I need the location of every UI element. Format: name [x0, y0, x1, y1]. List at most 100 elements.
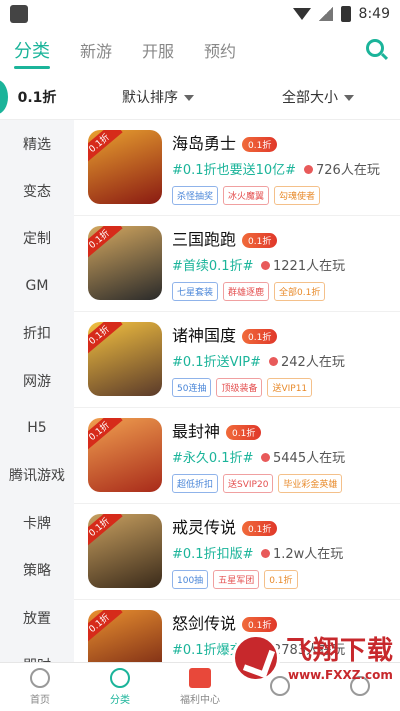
hot-icon: [304, 165, 313, 174]
sidebar-item-strategy[interactable]: 策略: [0, 547, 74, 594]
discount-badge: 0.1折: [242, 329, 278, 344]
game-cover-ribbon: 0.1折: [88, 514, 123, 549]
feature-chips: 100抽 五星军团 0.1折: [172, 570, 298, 589]
feature-chip: 勾魂使者: [274, 186, 321, 205]
nav-welfare-label: 福利中心: [180, 695, 220, 706]
current-category[interactable]: 0.1折: [0, 74, 74, 120]
feature-chip: 超低折扣: [172, 474, 219, 493]
sidebar-item-tencent[interactable]: 腾讯游戏: [0, 452, 74, 499]
players-count: 1.2w人在玩: [261, 543, 343, 562]
feature-chip: 群雄逐鹿: [223, 282, 270, 301]
tab-server-open[interactable]: 开服: [142, 38, 174, 62]
wifi-icon: [292, 8, 311, 20]
watermark: 飞翔下载 www.FXXZ.com: [232, 628, 398, 698]
game-list-item[interactable]: 0.1折 海岛勇士 0.1折 #0.1折也要送10亿# 726人在玩 杀怪抽奖 冰火魔翼 勾魂…: [74, 120, 400, 216]
game-title-text: 最封神: [172, 422, 221, 441]
nav-category[interactable]: 分类: [80, 663, 160, 711]
feature-chip: 全部0.1折: [274, 282, 326, 301]
players-count: 242人在玩: [269, 351, 345, 370]
game-hashtag: #0.1折扣版#: [172, 547, 254, 562]
game-title-text: 诸神国度: [172, 326, 237, 345]
game-cover-image: 0.1折: [88, 322, 162, 396]
sidebar-item-custom[interactable]: 定制: [0, 215, 74, 262]
game-list: 0.1折 海岛勇士 0.1折 #0.1折也要送10亿# 726人在玩 杀怪抽奖 冰火魔翼 勾魂…: [74, 120, 400, 662]
game-title-text: 戒灵传说: [172, 518, 237, 537]
game-hashtag: #0.1折送VIP#: [172, 355, 262, 370]
sidebar-item-online[interactable]: 网游: [0, 357, 74, 404]
game-title-text: 三国跑跑: [172, 230, 237, 249]
feature-chip: 送SVIP20: [223, 474, 274, 493]
game-cover-image: 0.1折: [88, 514, 162, 588]
hot-icon: [261, 261, 270, 270]
sidebar-item-featured[interactable]: 精选: [0, 120, 74, 167]
sidebar-item-card[interactable]: 卡牌: [0, 499, 74, 546]
game-cover-ribbon: 0.1折: [88, 130, 123, 165]
hot-icon: [261, 453, 270, 462]
sidebar-item-gm[interactable]: GM: [0, 262, 74, 309]
sidebar-item-discount[interactable]: 折扣: [0, 310, 74, 357]
game-cover-image: 0.1折: [88, 226, 162, 300]
search-icon[interactable]: [366, 39, 384, 57]
sidebar-item-realtime[interactable]: 即时: [0, 641, 74, 662]
filter-bar: 0.1折 默认排序 全部大小: [0, 74, 400, 120]
signal-icon: [318, 7, 333, 21]
compass-icon: [110, 668, 130, 688]
nav-home[interactable]: 首页: [0, 663, 80, 711]
players-count-text: 242人在玩: [281, 355, 345, 370]
tab-new-games[interactable]: 新游: [80, 38, 112, 62]
game-title: 戒灵传说 0.1折: [172, 514, 278, 538]
game-list-item[interactable]: 0.1折 三国跑跑 0.1折 #首续0.1折# 1221人在玩 七星套装 群雄逐鹿 全部0.1…: [74, 216, 400, 312]
size-dropdown[interactable]: 全部大小: [282, 87, 354, 107]
feature-chip: 100抽: [172, 570, 209, 589]
players-count-text: 1.2w人在玩: [273, 547, 344, 562]
game-title: 最封神 0.1折: [172, 418, 262, 442]
feature-chips: 七星套装 群雄逐鹿 全部0.1折: [172, 282, 326, 301]
game-cover-ribbon: 0.1折: [88, 418, 123, 453]
current-category-label: 0.1折: [17, 89, 57, 106]
hot-icon: [261, 549, 270, 558]
game-cover-ribbon: 0.1折: [88, 610, 123, 645]
home-icon: [30, 668, 50, 688]
discount-badge: 0.1折: [242, 137, 278, 152]
hot-icon: [269, 357, 278, 366]
feature-chip: 冰火魔翼: [223, 186, 270, 205]
sidebar-item-bt[interactable]: 变态: [0, 167, 74, 214]
app-notification-icon: [10, 5, 28, 23]
tab-reservation[interactable]: 预约: [204, 38, 236, 62]
nav-home-label: 首页: [30, 695, 50, 706]
game-list-item[interactable]: 0.1折 戒灵传说 0.1折 #0.1折扣版# 1.2w人在玩 100抽 五星军团 0.1折: [74, 504, 400, 600]
chevron-down-icon: [184, 94, 194, 101]
game-title-text: 海岛勇士: [172, 134, 237, 153]
feature-chip: 毕业彩金英雄: [278, 474, 343, 493]
size-label: 全部大小: [282, 89, 338, 106]
game-hashtag: #永久0.1折#: [172, 451, 254, 466]
top-tabs: 分类 新游 开服 预约: [0, 28, 400, 72]
feature-chips: 50连抽 顶级装备 送VIP11: [172, 378, 313, 397]
game-title: 三国跑跑 0.1折: [172, 226, 278, 250]
game-cover-ribbon: 0.1折: [88, 226, 123, 261]
players-count-text: 1221人在玩: [273, 259, 346, 274]
game-cover-image: 0.1折: [88, 418, 162, 492]
sort-label: 默认排序: [122, 89, 178, 106]
players-count: 5445人在玩: [261, 447, 345, 466]
feature-chip: 七星套装: [172, 282, 219, 301]
discount-badge: 0.1折: [226, 425, 262, 440]
game-hashtag: #0.1折也要送10亿#: [172, 163, 297, 178]
game-cover-image: 0.1折: [88, 610, 162, 662]
watermark-text: 飞翔下载: [286, 636, 395, 666]
sidebar-item-idle[interactable]: 放置: [0, 594, 74, 641]
feature-chip: 0.1折: [264, 570, 298, 589]
sort-dropdown[interactable]: 默认排序: [122, 87, 194, 107]
game-list-item[interactable]: 0.1折 诸神国度 0.1折 #0.1折送VIP# 242人在玩 50连抽 顶级装备 送VIP…: [74, 312, 400, 408]
nav-welfare[interactable]: 福利中心: [160, 663, 240, 711]
battery-icon: [340, 6, 351, 22]
players-count: 1221人在玩: [261, 255, 345, 274]
players-count-text: 726人在玩: [316, 163, 380, 178]
sidebar-item-h5[interactable]: H5: [0, 404, 74, 451]
status-bar: 8:49: [0, 0, 400, 28]
feature-chip: 顶级装备: [216, 378, 263, 397]
tab-category[interactable]: 分类: [14, 37, 50, 69]
game-list-item[interactable]: 0.1折 最封神 0.1折 #永久0.1折# 5445人在玩 超低折扣 送SVIP20 毕业彩…: [74, 408, 400, 504]
game-title: 诸神国度 0.1折: [172, 322, 278, 346]
feature-chip: 送VIP11: [267, 378, 313, 397]
